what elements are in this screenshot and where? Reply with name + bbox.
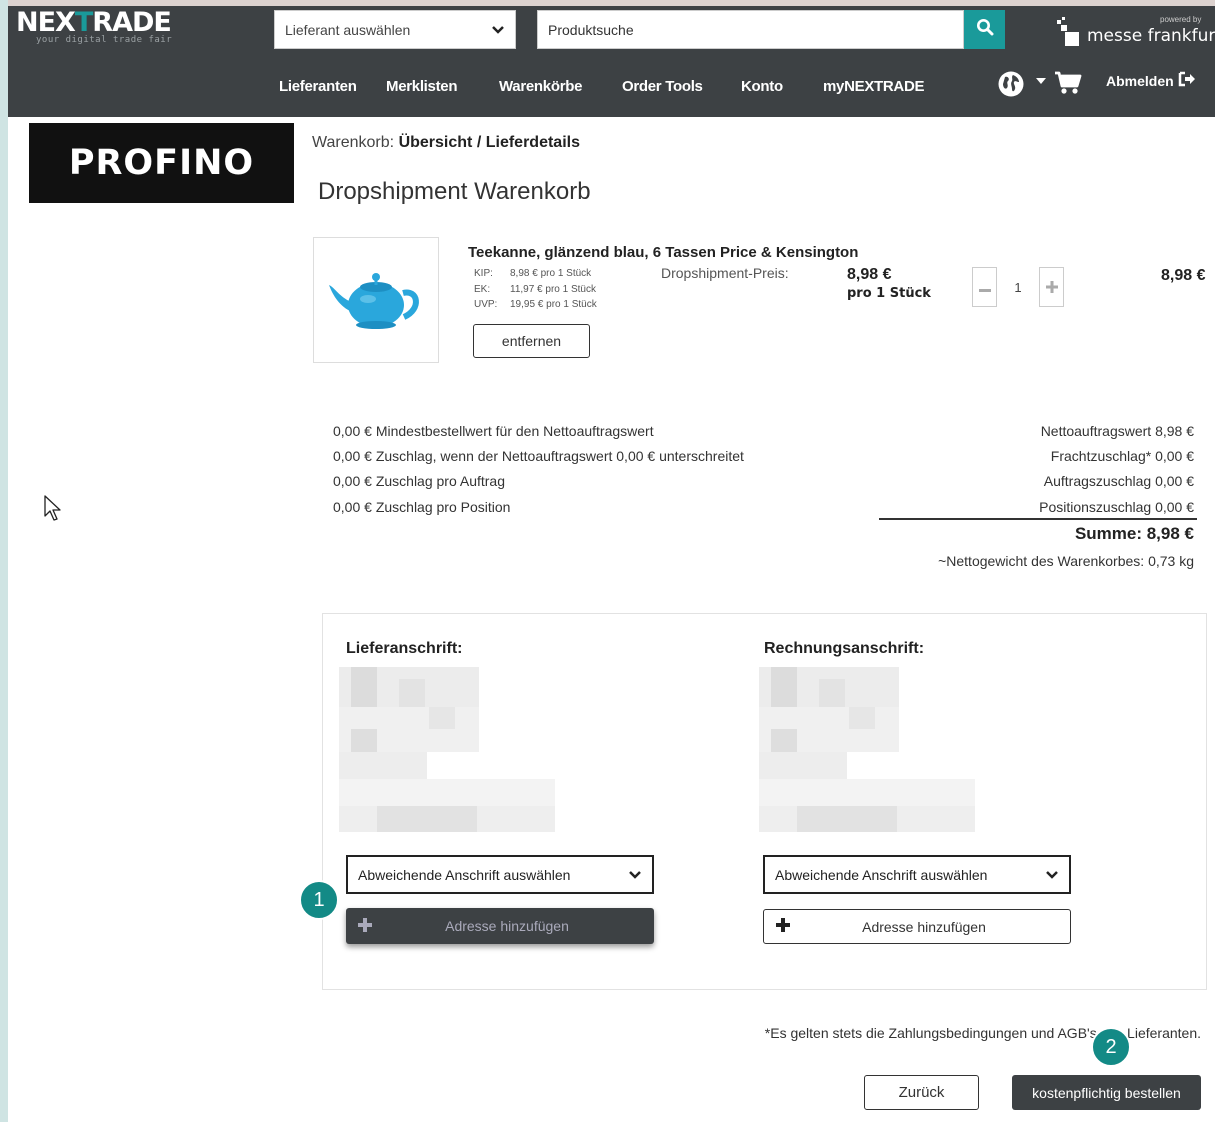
product-title[interactable]: Teekanne, glänzend blau, 6 Tassen Price …	[468, 244, 858, 261]
price-value: 11,97 € pro 1 Stück	[510, 283, 596, 295]
price-label: EK:	[474, 283, 491, 295]
billing-address-redacted	[759, 667, 975, 832]
decrease-quantity-button[interactable]	[972, 267, 997, 307]
total-line: Nettoauftragswert 8,98 €	[1040, 423, 1194, 439]
breadcrumb: Warenkorb: Übersicht / Lieferdetails	[312, 134, 580, 152]
remove-button[interactable]: entfernen	[473, 324, 590, 358]
line-total: 8,98 €	[1161, 267, 1206, 284]
place-order-button[interactable]: kostenpflichtig bestellen	[1012, 1075, 1201, 1110]
logo-text-nex: NEX	[16, 7, 76, 38]
minus-icon	[978, 276, 991, 299]
logo-tagline: your digital trade fair	[36, 35, 173, 45]
globe-icon[interactable]	[997, 70, 1025, 103]
price-row-uvp: UVP: 19,95 € pro 1 Stück	[474, 297, 597, 313]
chevron-down-icon	[628, 867, 642, 883]
shipping-select-value: Abweichende Anschrift auswählen	[358, 866, 571, 883]
condition-line: 0,00 € Zuschlag, wenn der Nettoauftragsw…	[333, 448, 744, 465]
product-search[interactable]	[537, 10, 964, 49]
dropship-price-label: Dropshipment-Preis:	[661, 265, 789, 281]
plus-icon	[1045, 276, 1058, 299]
condition-line: 0,00 € Zuschlag pro Auftrag	[333, 473, 505, 490]
breadcrumb-step-overview[interactable]: Übersicht	[399, 134, 473, 151]
total-line: Frachtzuschlag* 0,00 €	[1050, 448, 1194, 465]
order-totals: Nettoauftragswert 8,98 € Frachtzuschlag*…	[1039, 419, 1194, 520]
chevron-down-icon	[491, 22, 505, 38]
agb-note: *Es gelten stets die Zahlungsbedingungen…	[764, 1025, 1201, 1041]
caret-down-icon[interactable]	[1035, 74, 1047, 92]
totals-divider	[879, 518, 1197, 520]
price-label: KIP:	[474, 268, 493, 279]
cart-icon[interactable]	[1054, 70, 1082, 101]
site-header: NEXTRADE your digital trade fair Liefera…	[8, 6, 1215, 117]
brand-logo[interactable]: PROFINO	[29, 123, 294, 203]
nav-lieferanten[interactable]: Lieferanten	[279, 78, 357, 95]
powered-by-label: powered by	[1160, 15, 1202, 24]
plus-icon	[776, 918, 790, 935]
logo-text-t: T	[74, 7, 93, 38]
messe-frankfurt-icon	[1056, 16, 1080, 53]
order-sum: Summe: 8,98 €	[1074, 524, 1194, 543]
supplier-select[interactable]: Lieferant auswählen	[274, 10, 516, 49]
price-row-kip: KIP: 8,98 € pro 1 Stück	[474, 266, 597, 282]
add-shipping-address-label: Adresse hinzufügen	[445, 918, 569, 934]
price-value: 8,98 € pro 1 Stück	[510, 268, 592, 279]
product-name: Teekanne, glänzend blau, 6 Tassen	[468, 244, 716, 261]
nextrade-logo[interactable]: NEXTRADE your digital trade fair	[16, 7, 173, 46]
dropship-unit: pro 1 Stück	[847, 286, 931, 301]
increase-quantity-button[interactable]	[1039, 267, 1064, 307]
quantity-stepper: 1	[972, 267, 1064, 307]
product-image[interactable]	[313, 237, 439, 363]
total-line: Positionszuschlag 0,00 €	[1039, 498, 1194, 515]
nav-warenkoerbe[interactable]: Warenkörbe	[499, 78, 582, 95]
nav-konto[interactable]: Konto	[741, 78, 783, 95]
dropship-price: 8,98 €	[847, 266, 892, 283]
product-brand: Price & Kensington	[720, 244, 859, 261]
sign-out-icon	[1178, 71, 1196, 90]
condition-line: 0,00 € Zuschlag pro Position	[333, 498, 511, 515]
total-line: Auftragszuschlag 0,00 €	[1043, 473, 1194, 490]
back-button[interactable]: Zurück	[864, 1075, 979, 1110]
shipping-address-redacted	[339, 667, 555, 832]
search-icon	[976, 18, 994, 41]
logout-link[interactable]: Abmelden	[1106, 71, 1196, 90]
breadcrumb-prefix: Warenkorb:	[312, 134, 395, 151]
window-left-edge	[0, 0, 8, 1122]
page-title: Dropshipment Warenkorb	[318, 178, 591, 205]
billing-address-heading: Rechnungsanschrift:	[764, 640, 925, 657]
add-billing-address-button[interactable]: Adresse hinzufügen	[763, 909, 1071, 944]
search-button[interactable]	[964, 10, 1005, 49]
teapot-image	[329, 273, 419, 329]
breadcrumb-step-delivery: Lieferdetails	[485, 134, 580, 151]
nav-merklisten[interactable]: Merklisten	[386, 78, 458, 95]
mouse-cursor-icon	[44, 495, 64, 528]
order-conditions: 0,00 € Mindestbestellwert für den Nettoa…	[333, 419, 744, 520]
product-price-list: KIP: 8,98 € pro 1 Stück EK: 11,97 € pro 1 …	[474, 266, 597, 313]
condition-line: 0,00 € Mindestbestellwert für den Nettoa…	[333, 423, 654, 439]
shipping-address-heading: Lieferanschrift:	[346, 640, 463, 657]
add-shipping-address-button[interactable]: Adresse hinzufügen	[346, 908, 654, 944]
step-badge-1: 1	[299, 880, 339, 920]
price-value: 19,95 € pro 1 Stück	[510, 299, 597, 310]
quantity-value[interactable]: 1	[997, 280, 1039, 295]
breadcrumb-separator: /	[476, 134, 482, 151]
supplier-select-value: Lieferant auswählen	[285, 21, 411, 38]
price-row-ek: EK: 11,97 € pro 1 Stück	[474, 282, 597, 298]
plus-icon	[358, 917, 372, 935]
nav-mynextrade[interactable]: myNEXTRADE	[823, 78, 924, 95]
logo-text-rade: RADE	[92, 7, 172, 38]
net-weight: ~Nettogewicht des Warenkorbes: 0,73 kg	[938, 553, 1194, 569]
nav-order-tools[interactable]: Order Tools	[622, 78, 703, 95]
partner-name[interactable]: messe frankfurt	[1087, 26, 1215, 46]
price-label: UVP:	[474, 299, 498, 310]
step-badge-2: 2	[1091, 1027, 1131, 1067]
shipping-address-select[interactable]: Abweichende Anschrift auswählen	[346, 855, 654, 894]
add-billing-address-label: Adresse hinzufügen	[862, 918, 986, 935]
billing-select-value: Abweichende Anschrift auswählen	[775, 866, 988, 883]
logout-label: Abmelden	[1106, 72, 1174, 89]
billing-address-select[interactable]: Abweichende Anschrift auswählen	[763, 855, 1071, 894]
chevron-down-icon	[1045, 867, 1059, 883]
search-input[interactable]	[548, 21, 953, 38]
browser-page: NEXTRADE your digital trade fair Liefera…	[8, 6, 1215, 1122]
